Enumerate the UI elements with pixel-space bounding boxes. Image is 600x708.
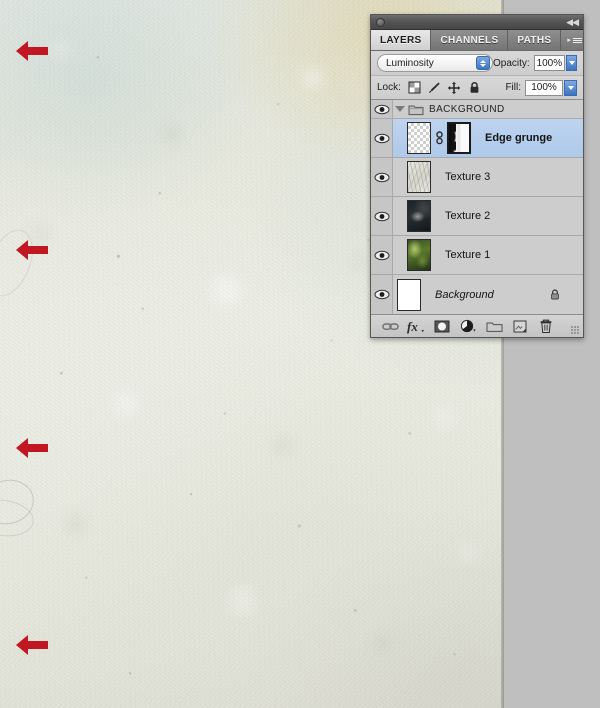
layer-thumbnail-wrap: [393, 200, 431, 232]
layer-row-texture-1[interactable]: Texture 1: [371, 236, 583, 275]
lock-transparent-pixels-icon[interactable]: [407, 80, 422, 95]
link-layers-icon[interactable]: [377, 316, 403, 336]
arrow-2: [14, 237, 50, 263]
folder-icon: [406, 103, 426, 116]
canvas-scuff-mark: [0, 223, 42, 303]
blend-mode-row: Luminosity Opacity: 100%: [371, 51, 583, 76]
visibility-toggle-eye-icon[interactable]: [371, 119, 393, 157]
blend-mode-value: Luminosity: [386, 57, 434, 69]
visibility-toggle-eye-icon[interactable]: [371, 197, 393, 235]
layer-name-label: Texture 3: [445, 171, 491, 183]
opacity-label: Opacity:: [493, 57, 530, 69]
arrow-4: [14, 632, 50, 658]
layer-row-background[interactable]: Background: [371, 275, 583, 314]
delete-layer-trash-icon[interactable]: [533, 316, 559, 336]
visibility-toggle-eye-icon[interactable]: [371, 275, 393, 314]
canvas-scuff-mark: [0, 474, 39, 530]
tab-channels[interactable]: CHANNELS: [431, 30, 509, 50]
visibility-toggle-eye-icon[interactable]: [371, 158, 393, 196]
layer-thumbnail[interactable]: [397, 278, 421, 311]
lock-all-padlock-icon[interactable]: [467, 80, 482, 95]
canvas-scuff-mark: [0, 495, 37, 540]
tab-paths[interactable]: PATHS: [508, 30, 562, 50]
fill-dropdown-arrow-icon[interactable]: [564, 79, 577, 96]
layers-panel: ◀◀ LAYERS CHANNELS PATHS ▸ Luminosity Op…: [370, 14, 584, 338]
new-adjustment-layer-icon[interactable]: [455, 316, 481, 336]
lock-row: Lock: Fill: 100%: [371, 76, 583, 100]
arrow-1: [14, 38, 50, 64]
lock-image-pixels-brush-icon[interactable]: [427, 80, 442, 95]
layer-thumbnail-transparent[interactable]: [407, 122, 431, 154]
fill-label: Fill:: [505, 82, 521, 93]
opacity-dropdown-arrow-icon[interactable]: [566, 55, 577, 71]
double-chevron-right-icon[interactable]: ◀◀: [566, 17, 579, 28]
arrow-3: [14, 435, 50, 461]
fill-input[interactable]: 100%: [525, 79, 563, 96]
layer-locked-padlock-icon: [549, 288, 569, 301]
layer-thumbnail-wrap: [393, 239, 431, 271]
group-name-label: BACKGROUND: [429, 103, 505, 115]
layer-thumbnail-wrap: [393, 278, 421, 311]
layer-mask-thumbnail[interactable]: [447, 122, 471, 154]
panel-menu-icon[interactable]: ▸: [561, 30, 588, 50]
visibility-toggle-eye-icon[interactable]: [371, 236, 393, 274]
layer-thumbnail[interactable]: [407, 239, 431, 271]
panel-close-dot-icon[interactable]: [376, 18, 385, 27]
layer-thumbnail[interactable]: [407, 161, 431, 193]
layer-thumbnail-wrap: [393, 122, 431, 154]
tab-layers[interactable]: LAYERS: [371, 30, 432, 50]
resize-grip-icon[interactable]: [571, 326, 580, 335]
opacity-input[interactable]: 100%: [533, 55, 566, 71]
layers-panel-footer: fx: [371, 315, 583, 337]
new-layer-icon[interactable]: [507, 316, 533, 336]
group-disclosure-triangle-icon[interactable]: [393, 106, 406, 112]
layer-row-texture-2[interactable]: Texture 2: [371, 197, 583, 236]
layer-thumbnail[interactable]: [407, 200, 431, 232]
layer-name-label: Edge grunge: [485, 132, 553, 144]
blend-mode-select[interactable]: Luminosity: [377, 54, 493, 72]
lock-position-move-icon[interactable]: [447, 80, 462, 95]
layer-list: BACKGROUND Edge grunge Texture 3 Texture…: [371, 100, 583, 315]
layer-name-label: Texture 2: [445, 210, 491, 222]
tab-layers-label: LAYERS: [380, 34, 422, 46]
visibility-toggle-eye-icon[interactable]: [371, 100, 393, 118]
lock-label: Lock:: [377, 82, 401, 93]
panel-tab-bar: LAYERS CHANNELS PATHS ▸: [371, 30, 583, 51]
layer-row-texture-3[interactable]: Texture 3: [371, 158, 583, 197]
mask-link-icon[interactable]: [431, 131, 447, 145]
layer-row-group-background[interactable]: BACKGROUND: [371, 100, 583, 119]
layer-thumbnail-wrap: [393, 161, 431, 193]
blend-mode-stepper-icon[interactable]: [476, 56, 490, 70]
new-group-folder-icon[interactable]: [481, 316, 507, 336]
layer-style-fx-icon[interactable]: fx: [403, 316, 429, 336]
layer-name-label: Background: [435, 288, 494, 301]
tab-channels-label: CHANNELS: [440, 34, 499, 46]
layer-row-edge-grunge[interactable]: Edge grunge: [371, 119, 583, 158]
panel-title-bar[interactable]: ◀◀: [371, 15, 583, 30]
add-layer-mask-icon[interactable]: [429, 316, 455, 336]
svg-text:fx: fx: [407, 319, 418, 334]
tab-paths-label: PATHS: [517, 34, 552, 46]
layer-name-label: Texture 1: [445, 249, 491, 261]
